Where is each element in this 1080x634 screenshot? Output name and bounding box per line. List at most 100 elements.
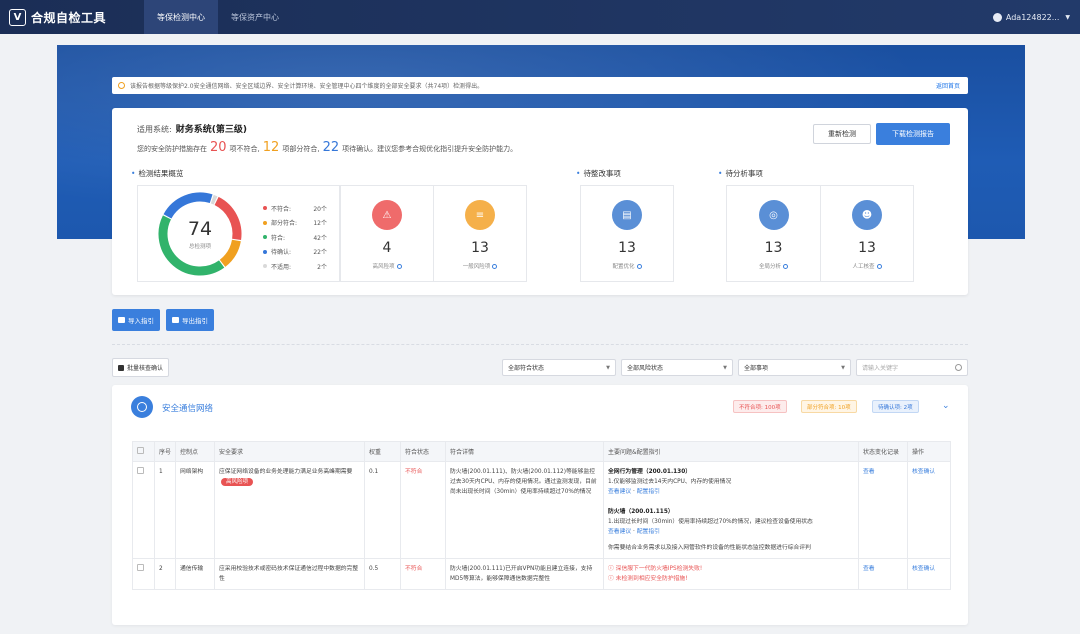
import-icon xyxy=(118,317,125,323)
legend-item-na[interactable]: 不适用: 2个 xyxy=(263,259,327,274)
info-icon[interactable] xyxy=(636,264,642,269)
issue-footer-note: 你需要结合业务需求以及接入网管软件的设备的性能状态监控数据进行综合评判 xyxy=(608,545,811,551)
stat-manual-check[interactable]: ☻ 13 人工核查 xyxy=(820,185,914,282)
tag-noncompliant[interactable]: 不符合项: 100项 xyxy=(733,400,787,413)
stat-label-text: 全局分析 xyxy=(758,264,781,270)
section-title-analysis: 待分析事项 xyxy=(718,168,763,179)
row-checkbox[interactable] xyxy=(137,564,144,571)
export-guide-button[interactable]: 导出指引 xyxy=(166,309,214,331)
info-icon[interactable] xyxy=(876,264,882,269)
item-type-select[interactable]: 全部事项 ▼ xyxy=(738,359,851,376)
search-input[interactable]: 请输入关键字 xyxy=(856,359,968,376)
row-index: 2 xyxy=(154,558,176,590)
user-name: Ada124822... xyxy=(1005,12,1060,22)
tab-asset-center[interactable]: 等保资产中心 xyxy=(218,0,292,34)
confirm-check-link[interactable]: 核查确认 xyxy=(907,461,951,559)
noncompliant-suffix: 项不符合, xyxy=(229,145,260,153)
stat-label: 一般风险项 xyxy=(434,262,526,270)
stat-config-optimize[interactable]: ▤ 13 配置优化 xyxy=(580,185,674,282)
legend-item-compliant[interactable]: 符合: 42个 xyxy=(263,230,327,245)
row-checkbox[interactable] xyxy=(137,467,144,474)
tab-detection-center[interactable]: 等保检测中心 xyxy=(144,0,218,34)
stat-high-risk[interactable]: ⚠ 4 高风险项 xyxy=(340,185,434,282)
collapse-chevron-icon[interactable]: ⌄ xyxy=(942,401,950,411)
risk-status-select[interactable]: 全部风险状态 ▼ xyxy=(621,359,733,376)
app-logo[interactable]: V 合规自检工具 xyxy=(9,8,144,26)
legend-item-pending[interactable]: 待确认: 22个 xyxy=(263,245,327,260)
stat-global-analysis[interactable]: ◎ 13 全局分析 xyxy=(726,185,821,282)
high-risk-icon: ⚠ xyxy=(372,200,402,230)
stat-label: 全局分析 xyxy=(727,262,820,270)
row-weight: 0.5 xyxy=(364,558,401,590)
view-suggestion-link[interactable]: 查看建议 xyxy=(608,529,631,535)
donut-legend: 不符合: 20个 部分符合: 12个 符合: 42个 待确认: 22个 不适用: 2个 xyxy=(263,201,327,274)
row-requirement: 应保证网络设备的业务处理能力满足业务高峰期需要 xyxy=(219,469,353,475)
select-all-checkbox[interactable] xyxy=(137,447,144,454)
tag-partial[interactable]: 部分符合项: 10项 xyxy=(801,400,857,413)
shield-logo-icon: V xyxy=(9,8,26,26)
view-record-link[interactable]: 查看 xyxy=(858,461,908,559)
view-suggestion-link[interactable]: 查看建议 xyxy=(608,489,631,495)
tag-pending[interactable]: 待确认项: 2项 xyxy=(872,400,919,413)
summary-line: 您的安全防护措施存在 20 项不符合, 12 项部分符合, 22 项待确认。建议您参考合规优… xyxy=(137,140,517,155)
batch-label: 批量核查确认 xyxy=(127,365,164,372)
user-menu[interactable]: Ada124822... ▼ xyxy=(992,0,1070,34)
batch-confirm-button[interactable]: 批量核查确认 xyxy=(112,358,170,377)
global-analysis-icon: ◎ xyxy=(758,200,789,230)
view-record-link[interactable]: 查看 xyxy=(858,558,908,590)
config-guide-link[interactable]: 配置指引 xyxy=(637,529,660,535)
info-icon[interactable] xyxy=(396,264,402,269)
table-header-row: 序号 控制点 安全要求 权重 符合状态 符合详情 主要问题&配置指引 状态变化记… xyxy=(132,441,951,462)
legend-label: 部分符合: xyxy=(271,220,298,228)
error-text: 未检测到相应安全防护措施! xyxy=(615,576,688,582)
overview-card: 适用系统: 财务系统(第三级) 您的安全防护措施存在 20 项不符合, 12 项部分符合,… xyxy=(112,108,968,295)
stat-num: 13 xyxy=(471,240,489,256)
row-control: 通信传输 xyxy=(175,558,215,590)
issue-text: 1.仅能够监测过去14天内CPU、内存的使用情况 xyxy=(608,479,732,485)
back-home-link[interactable]: 返回首页 xyxy=(936,81,960,90)
info-icon[interactable] xyxy=(783,264,788,269)
legend-dot xyxy=(263,249,267,254)
stat-label-text: 高风险项 xyxy=(372,264,395,270)
confirm-check-link[interactable]: 核查确认 xyxy=(907,558,951,590)
row-issues: 全网行为管理（200.01.130） 1.仅能够监测过去14天内CPU、内存的使… xyxy=(603,461,859,559)
info-icon[interactable] xyxy=(492,264,498,269)
row-detail: 防火墙(200.01.111)已开启VPN功能且建立连接，支持MD5等算法，能够… xyxy=(445,558,604,590)
recheck-button[interactable]: 重新检测 xyxy=(813,124,871,144)
select-value: 全部符合状态 xyxy=(508,365,545,372)
header-status[interactable]: 符合状态 xyxy=(400,441,446,462)
error-text: 深信服下一代防火墙IPS检测失败! xyxy=(615,566,703,572)
legend-dot xyxy=(263,264,267,269)
issue-title: 全网行为管理（200.01.130） xyxy=(608,469,692,475)
header-control: 控制点 xyxy=(175,441,215,462)
system-label: 适用系统: xyxy=(137,125,172,134)
row-status: 不符合 xyxy=(400,558,446,590)
header-checkbox[interactable] xyxy=(132,441,155,462)
download-report-button[interactable]: 下载检测报告 xyxy=(876,123,950,145)
donut-slice-4[interactable] xyxy=(210,194,218,205)
table-row: 1 网络架构 应保证网络设备的业务处理能力满足业务高峰期需要高风险项 0.1 不… xyxy=(132,461,951,559)
partial-count: 12 xyxy=(262,140,280,155)
legend-count: 20个 xyxy=(313,205,327,213)
divider xyxy=(112,344,968,345)
error-message: ⓘ 深信服下一代防火墙IPS检测失败! xyxy=(608,566,703,572)
donut-slice-3[interactable] xyxy=(163,192,213,219)
config-guide-link[interactable]: 配置指引 xyxy=(637,489,660,495)
stat-label-text: 一般风险项 xyxy=(462,264,491,270)
import-guide-button[interactable]: 导入指引 xyxy=(112,309,160,331)
header-weight[interactable]: 权重 xyxy=(364,441,401,462)
stat-general-risk[interactable]: ≡ 13 一般风险项 xyxy=(433,185,527,282)
notice-bar: 该报告根据等级保护2.0安全通信网络、安全区域边界、安全计算环境、安全管理中心四… xyxy=(112,77,968,94)
row-requirement-cell: 应保证网络设备的业务处理能力满足业务高峰期需要高风险项 xyxy=(214,461,365,559)
user-avatar-icon xyxy=(992,12,1002,22)
noncompliant-count: 20 xyxy=(210,140,227,155)
app-title: 合规自检工具 xyxy=(31,10,107,25)
legend-item-partial[interactable]: 部分符合: 12个 xyxy=(263,216,327,231)
legend-item-noncompliant[interactable]: 不符合: 20个 xyxy=(263,201,327,216)
search-icon[interactable] xyxy=(955,364,962,371)
pending-suffix: 项待确认。建议您参考合规优化指引提升安全防护能力。 xyxy=(342,145,518,153)
legend-label: 符合: xyxy=(271,234,286,242)
compliance-status-select[interactable]: 全部符合状态 ▼ xyxy=(502,359,616,376)
select-value: 全部风险状态 xyxy=(627,365,664,372)
header-record: 状态变化记录 xyxy=(858,441,908,462)
